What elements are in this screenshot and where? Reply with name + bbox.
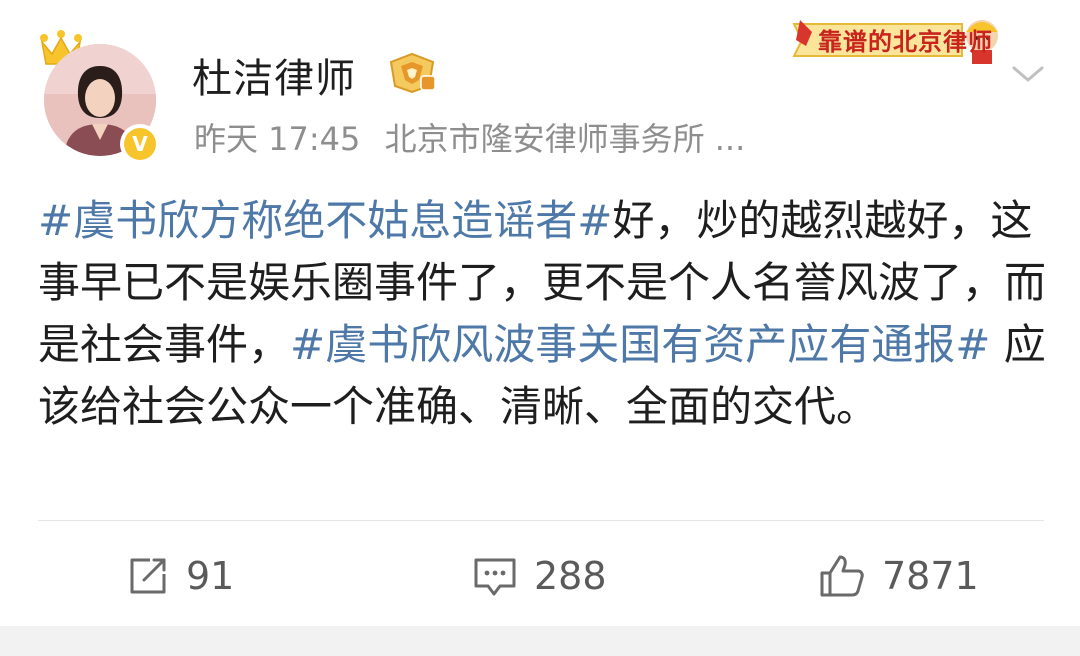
verified-check-icon: V bbox=[124, 128, 156, 160]
comment-icon bbox=[474, 558, 516, 596]
repost-count: 91 bbox=[186, 554, 235, 598]
hashtag-link[interactable]: #虞书欣风波事关国有资产应有通报# bbox=[290, 320, 990, 369]
comment-button[interactable]: 288 bbox=[472, 552, 607, 600]
bottom-separator bbox=[0, 626, 1080, 656]
verified-badge: V bbox=[120, 124, 160, 164]
repost-icon bbox=[130, 558, 166, 594]
like-button[interactable]: 7871 bbox=[818, 552, 979, 600]
post-source: 北京市隆安律师事务所 ... bbox=[384, 120, 746, 158]
comment-count: 288 bbox=[534, 554, 607, 598]
banner-label: 靠谱的北京律师 bbox=[818, 27, 993, 56]
thumbs-up-icon bbox=[820, 555, 864, 597]
author-avatar-group[interactable]: V bbox=[38, 30, 162, 164]
post-meta: 昨天 17:45 北京市隆安律师事务所 ... bbox=[194, 114, 759, 160]
diamond-rank-badge-icon[interactable] bbox=[385, 52, 439, 94]
post-content: #虞书欣方称绝不姑息造谣者#好，炒的越烈越好，这事早已不是娱乐圈事件了，更不是个… bbox=[38, 190, 1048, 438]
weibo-post-card: V 杜洁律师 昨天 17:45 北京市隆安律师事务所 ... 靠谱的北京律师 #… bbox=[0, 0, 1080, 656]
repost-button[interactable]: 91 bbox=[126, 552, 234, 600]
post-time: 昨天 17:45 bbox=[194, 120, 361, 158]
divider bbox=[38, 520, 1044, 521]
hashtag-link[interactable]: #虞书欣方称绝不姑息造谣者# bbox=[38, 196, 612, 245]
author-name[interactable]: 杜洁律师 bbox=[192, 46, 356, 104]
like-count: 7871 bbox=[882, 554, 979, 598]
chevron-down-icon[interactable] bbox=[1010, 62, 1046, 86]
